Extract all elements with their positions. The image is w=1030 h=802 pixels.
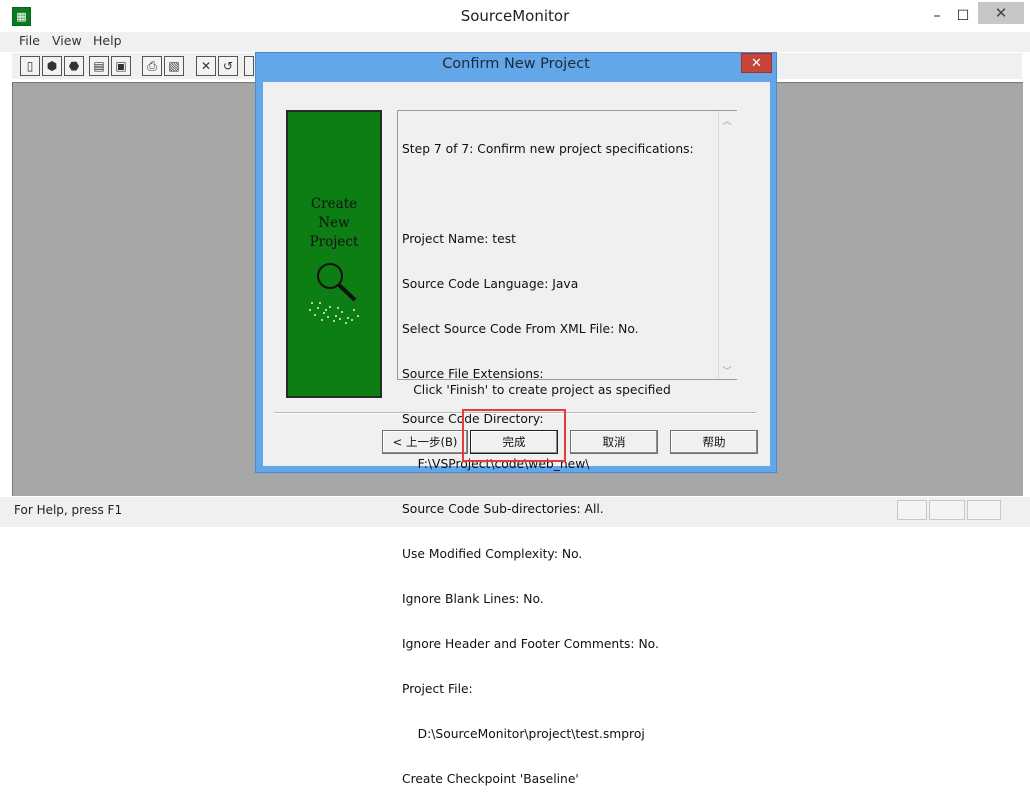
menubar — [0, 32, 1030, 52]
print-icon[interactable]: ⎙ — [142, 56, 162, 76]
spec-scrollbar[interactable] — [718, 111, 737, 379]
magnifier-icon — [309, 263, 359, 324]
spec-line: Ignore Header and Footer Comments: No. — [402, 637, 659, 651]
panel-caption-line: Project — [309, 234, 359, 250]
spec-line: Project Name: test — [402, 232, 516, 246]
spec-line: Source Code Language: Java — [402, 277, 579, 291]
open-icon[interactable]: ⬢ — [42, 56, 62, 76]
spec-line: Source File Extensions: — [402, 367, 544, 381]
finish-highlight-box — [462, 409, 566, 462]
delete-icon[interactable]: ✕ — [196, 56, 216, 76]
wizard-image-panel — [286, 110, 382, 398]
maximize-button[interactable]: ☐ — [952, 4, 974, 28]
spec-line: Ignore Blank Lines: No. — [402, 592, 544, 606]
spec-line — [402, 187, 694, 202]
toolbar-overflow[interactable] — [244, 56, 254, 76]
open-file-icon[interactable]: ▤ — [89, 56, 109, 76]
preview-icon[interactable]: ▧ — [164, 56, 184, 76]
menu-view[interactable]: View — [52, 33, 82, 48]
refresh-icon[interactable]: ↺ — [218, 56, 238, 76]
panel-caption: Create New Project — [288, 195, 380, 252]
new-icon[interactable]: ▯ — [20, 56, 40, 76]
spec-line: Select Source Code From XML File: No. — [402, 322, 639, 336]
scroll-up-icon[interactable]: ︿ — [718, 114, 736, 127]
status-pane-2 — [929, 500, 965, 520]
dialog-title: Confirm New Project — [442, 56, 590, 72]
menu-file[interactable]: File — [19, 33, 40, 48]
status-pane-3 — [967, 500, 1001, 520]
save-icon[interactable]: ▣ — [111, 56, 131, 76]
spec-line: Create Checkpoint 'Baseline' — [402, 772, 579, 786]
status-pane-1 — [897, 500, 927, 520]
panel-caption-line: New — [318, 215, 350, 231]
panel-caption-line: Create — [310, 196, 358, 212]
help-button[interactable]: 帮助 — [670, 430, 758, 454]
spec-line: Source Code Sub-directories: All. — [402, 502, 604, 516]
window-close-button[interactable]: ✕ — [978, 2, 1024, 24]
spec-line: D:\SourceMonitor\project\test.smproj — [402, 727, 645, 741]
open-folder-icon[interactable]: ⬣ — [64, 56, 84, 76]
cancel-button[interactable]: 取消 — [570, 430, 658, 454]
minimize-button[interactable]: – — [926, 4, 948, 28]
scroll-down-icon[interactable]: ﹀ — [718, 364, 736, 377]
dialog-close-button[interactable]: ✕ — [741, 53, 772, 73]
spec-line: Use Modified Complexity: No. — [402, 547, 583, 561]
back-button[interactable]: < 上一步(B) — [382, 430, 468, 454]
status-help-text: For Help, press F1 — [14, 503, 123, 517]
spec-line: Project File: — [402, 682, 473, 696]
spec-line: Step 7 of 7: Confirm new project specifi… — [402, 142, 694, 156]
window-title: SourceMonitor — [460, 7, 570, 25]
finish-hint-text: Click 'Finish' to create project as spec… — [413, 383, 671, 397]
menu-help[interactable]: Help — [93, 33, 122, 48]
